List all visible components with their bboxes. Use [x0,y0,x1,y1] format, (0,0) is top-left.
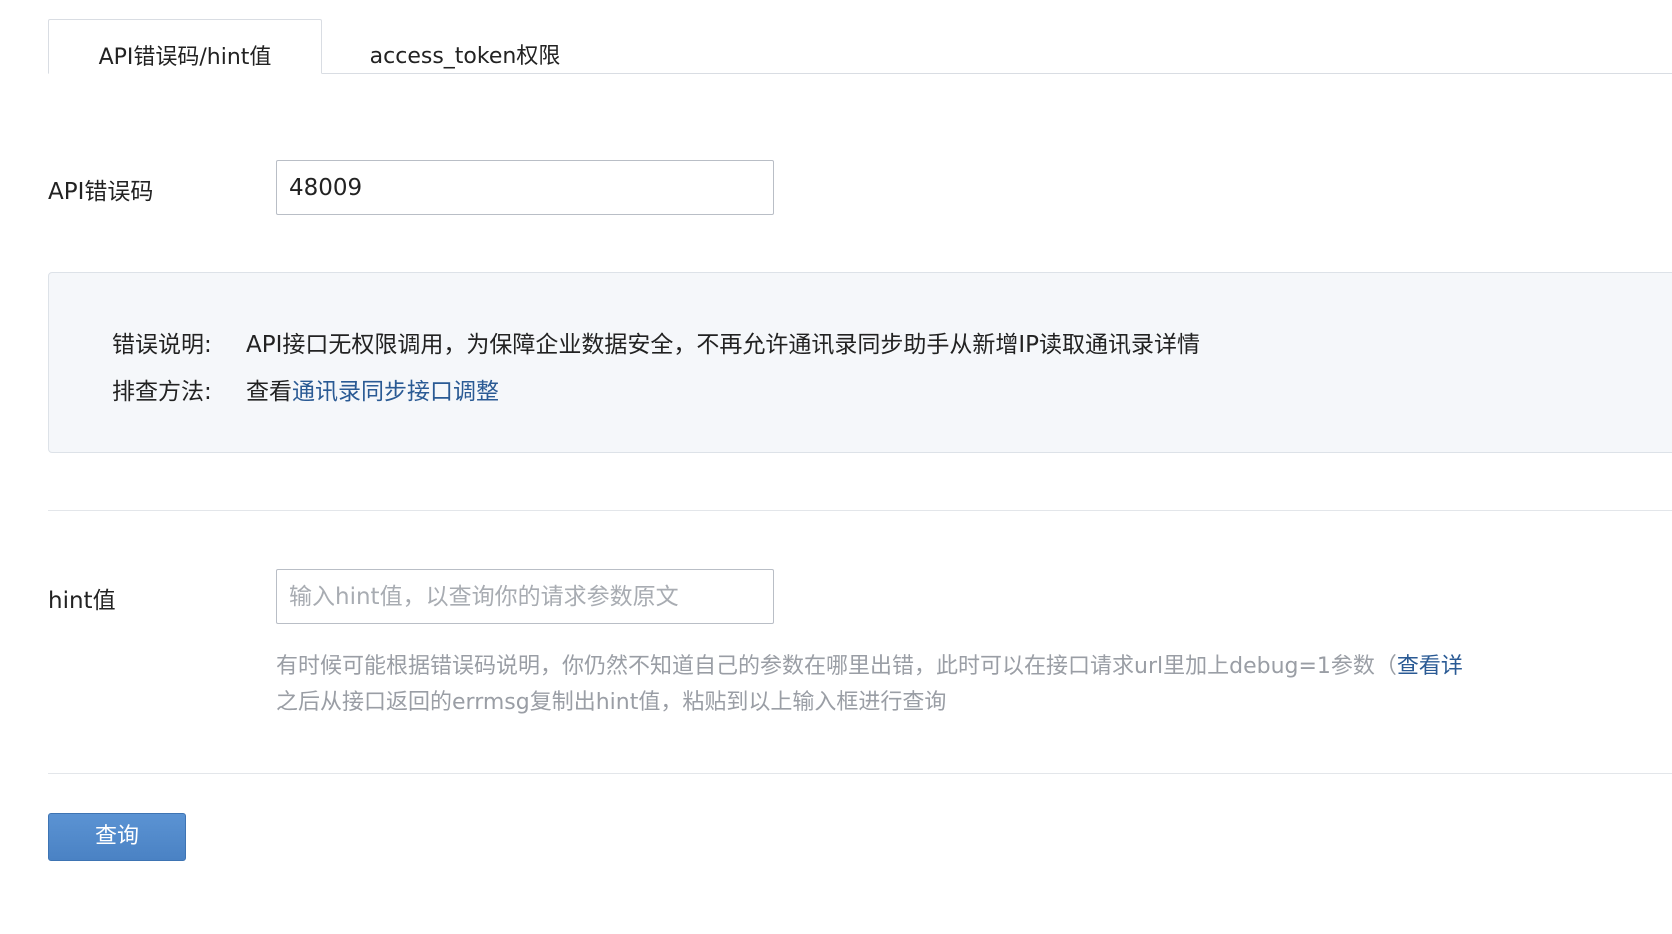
hint-label: hint值 [48,588,116,614]
tab-access-token-permission[interactable]: access_token权限 [322,19,608,74]
view-details-link[interactable]: 查看详 [1397,654,1463,679]
troubleshoot-key: 排查方法: [112,379,212,405]
error-code-input[interactable] [276,160,774,215]
contact-sync-api-link[interactable]: 通讯录同步接口调整 [292,379,499,405]
troubleshoot-prefix: 查看 [246,379,292,405]
error-description-row: 错误说明: API接口无权限调用，为保障企业数据安全，不再允许通讯录同步助手从新增… [112,325,1200,359]
error-result-panel: 错误说明: API接口无权限调用，为保障企业数据安全，不再允许通讯录同步助手从新增… [48,272,1672,453]
footer-divider [48,773,1672,774]
hint-help-line-2: 之后从接口返回的errmsg复制出hint值，粘贴到以上输入框进行查询 [276,690,947,715]
tab-api-error-code[interactable]: API错误码/hint值 [48,19,322,74]
error-description-key: 错误说明: [112,332,212,358]
hint-help-text: 有时候可能根据错误码说明，你仍然不知道自己的参数在哪里出错，此时可以在接口请求u… [276,654,1397,679]
query-button[interactable]: 查询 [48,813,186,861]
error-description-value: API接口无权限调用，为保障企业数据安全，不再允许通讯录同步助手从新增IP读取通… [246,332,1201,358]
section-divider [48,510,1672,511]
error-code-query-page: API错误码/hint值 access_token权限 API错误码 错误说明:… [0,0,1672,934]
tab-label: API错误码/hint值 [98,45,272,70]
tab-label: access_token权限 [369,44,561,69]
error-code-label: API错误码 [48,179,154,205]
troubleshoot-row: 排查方法: 查看通讯录同步接口调整 [112,372,499,406]
hint-help-line-1: 有时候可能根据错误码说明，你仍然不知道自己的参数在哪里出错，此时可以在接口请求u… [276,648,1463,680]
hint-input[interactable] [276,569,774,624]
